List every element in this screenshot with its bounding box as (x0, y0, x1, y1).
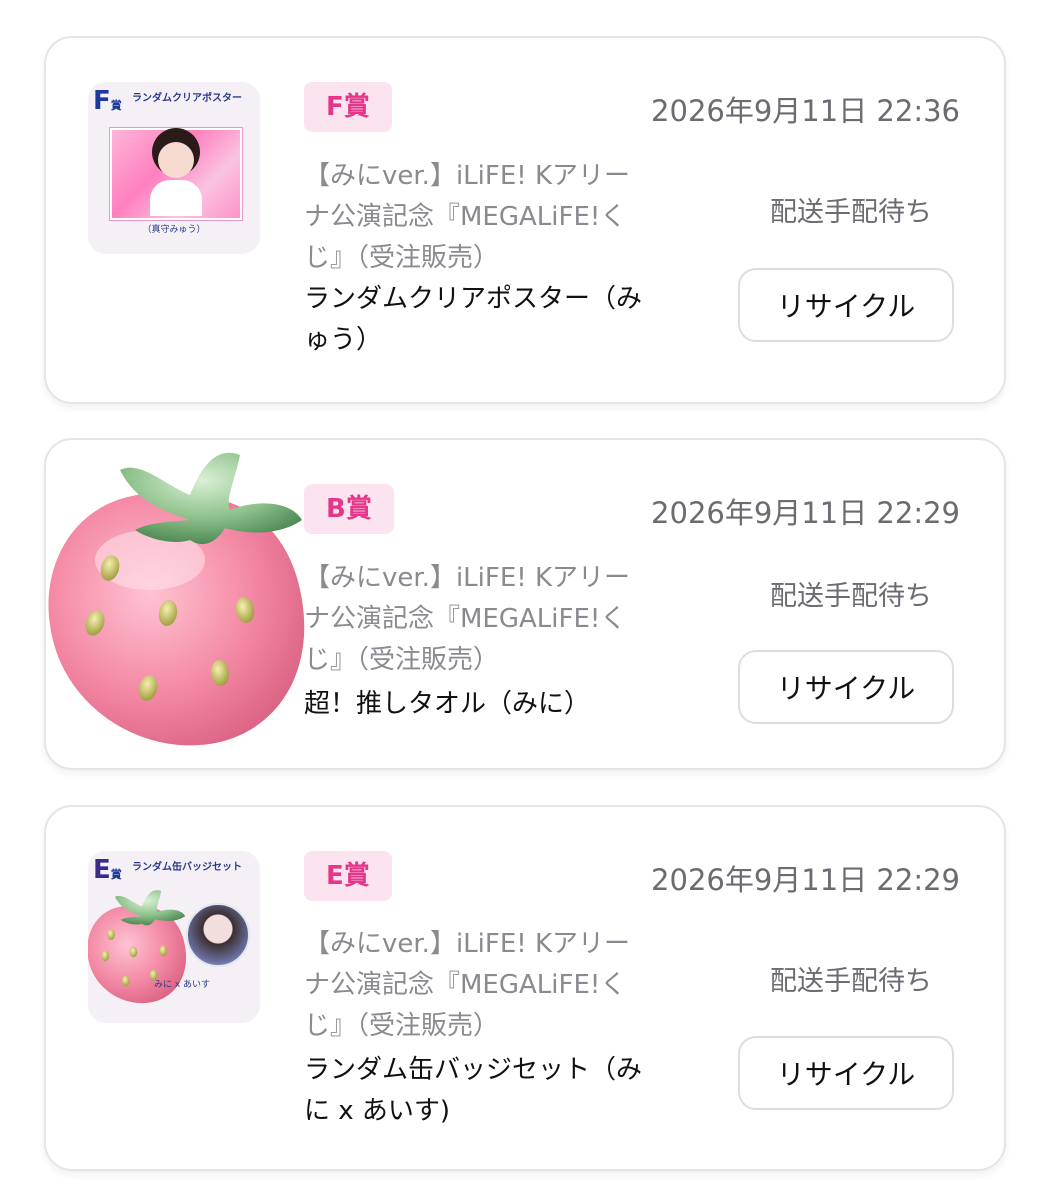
recycle-button[interactable]: リサイクル (738, 650, 954, 724)
item-name: ランダム缶バッジセット（み に x あいす) (304, 1050, 704, 1132)
item-name-line: ランダムクリアポスター（み (304, 284, 643, 314)
order-history-page: F賞 ランダムクリアポスター （真守みゅう） F賞 2026年9月11日 22:… (0, 0, 1052, 1200)
lottery-name-line: じ』（受注販売） (304, 645, 500, 675)
item-name: 超！推しタオル（みに） (304, 684, 704, 725)
item-name-line: 超！推しタオル（みに） (304, 689, 591, 719)
lottery-name-line: ナ公演記念『MEGALiFE!く (304, 202, 627, 232)
prize-badge: E賞 (304, 851, 392, 901)
lottery-name-line: 【みにver.】iLiFE! Kアリー (304, 563, 631, 593)
order-timestamp: 2026年9月11日 22:29 (651, 863, 960, 897)
item-name-line: ゅう） (304, 325, 383, 355)
delivery-status: 配送手配待ち (770, 581, 932, 612)
order-card[interactable]: E賞 ランダム缶バッジセット みに x あいす E賞 2026年9月11日 22… (44, 805, 1006, 1171)
poster-figure-face (158, 142, 194, 178)
lottery-name-line: 【みにver.】iLiFE! Kアリー (304, 929, 631, 959)
prize-badge: F賞 (304, 82, 392, 132)
lottery-name-line: じ』（受注販売） (304, 1011, 500, 1041)
item-name-line: に x あいす) (304, 1096, 451, 1126)
thumbnail-caption: みに x あいす (154, 980, 211, 990)
order-timestamp: 2026年9月11日 22:36 (651, 94, 960, 128)
prize-letter-icon: F賞 (93, 86, 122, 116)
delivery-status: 配送手配待ち (770, 966, 932, 997)
lottery-name: 【みにver.】iLiFE! Kアリー ナ公演記念『MEGALiFE!く じ』（… (304, 156, 694, 279)
lottery-name-line: じ』（受注販売） (304, 243, 500, 273)
strawberry-towel-image (48, 452, 305, 746)
can-badge-image (186, 903, 250, 967)
order-card[interactable]: F賞 ランダムクリアポスター （真守みゅう） F賞 2026年9月11日 22:… (44, 36, 1006, 404)
lottery-name-line: 【みにver.】iLiFE! Kアリー (304, 161, 631, 191)
thumbnail-title: ランダムクリアポスター (132, 93, 242, 104)
lottery-name-line: ナ公演記念『MEGALiFE!く (304, 604, 627, 634)
item-name: ランダムクリアポスター（み ゅう） (304, 279, 704, 361)
prize-letter-icon: E賞 (93, 855, 122, 885)
poster-figure-body (150, 180, 202, 216)
recycle-button[interactable]: リサイクル (738, 1036, 954, 1110)
delivery-status: 配送手配待ち (770, 197, 932, 228)
order-timestamp: 2026年9月11日 22:29 (651, 496, 960, 530)
lottery-name: 【みにver.】iLiFE! Kアリー ナ公演記念『MEGALiFE!く じ』（… (304, 558, 694, 681)
thumbnail-caption: （真守みゅう） (142, 225, 206, 235)
thumbnail-title: ランダム缶バッジセット (132, 862, 242, 873)
recycle-button[interactable]: リサイクル (738, 268, 954, 342)
poster-image (110, 128, 242, 220)
product-thumbnail: F賞 ランダムクリアポスター （真守みゅう） (88, 82, 260, 254)
lottery-name: 【みにver.】iLiFE! Kアリー ナ公演記念『MEGALiFE!く じ』（… (304, 924, 694, 1047)
item-name-line: ランダム缶バッジセット（み (304, 1055, 643, 1085)
product-thumbnail: E賞 ランダム缶バッジセット みに x あいす (88, 851, 260, 1023)
lottery-name-line: ナ公演記念『MEGALiFE!く (304, 970, 627, 1000)
